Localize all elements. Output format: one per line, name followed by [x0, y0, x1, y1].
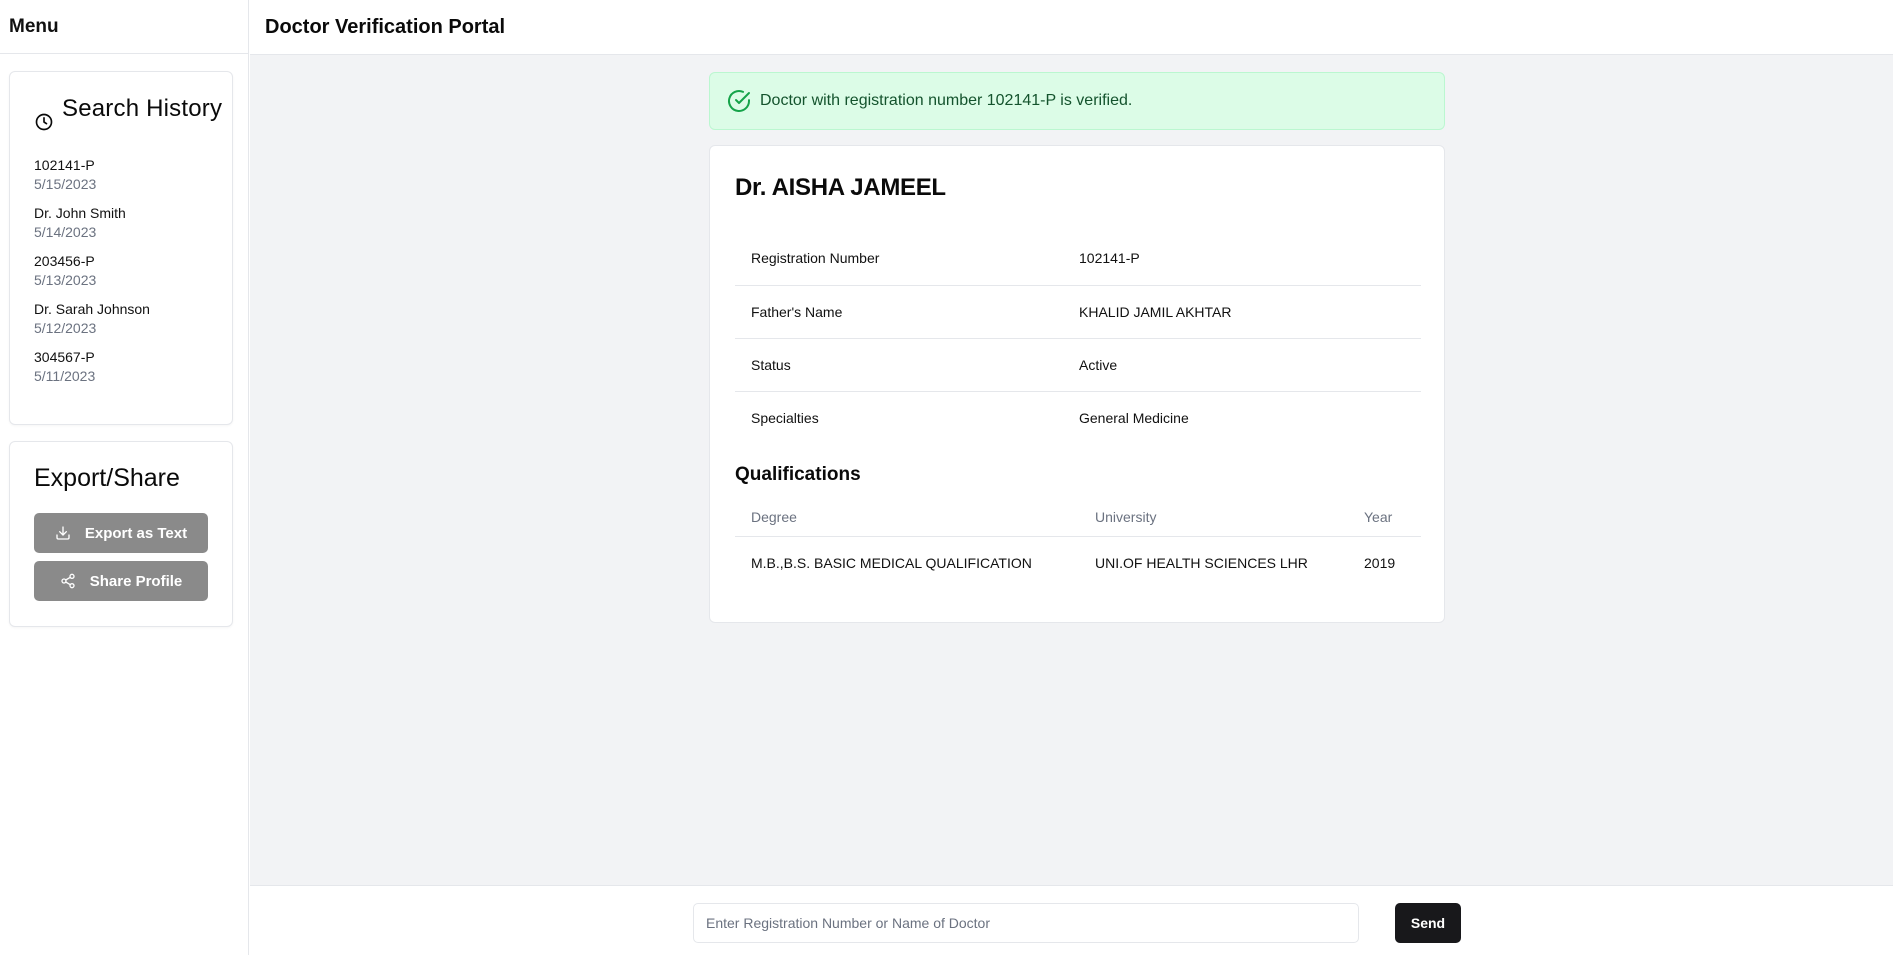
- share-icon: [61, 573, 75, 589]
- export-as-text-label: Export as Text: [84, 524, 188, 542]
- qualification-year: 2019: [1364, 555, 1396, 572]
- detail-row: Status Active: [735, 338, 1421, 391]
- history-item[interactable]: Dr. John Smith 5/14/2023: [34, 204, 232, 252]
- verified-alert: Doctor with registration number 102141-P…: [709, 72, 1445, 130]
- history-item[interactable]: 304567-P 5/11/2023: [34, 348, 232, 396]
- search-history-card: Search History 102141-P 5/15/2023 Dr. Jo…: [9, 71, 233, 425]
- detail-row: Registration Number 102141-P: [735, 232, 1421, 285]
- history-item-date: 5/12/2023: [34, 320, 97, 336]
- year-column-header: Year: [1364, 509, 1393, 526]
- history-item[interactable]: Dr. Sarah Johnson 5/12/2023: [34, 300, 232, 348]
- top-bar: Doctor Verification Portal: [250, 0, 1893, 55]
- clock-icon: [35, 113, 53, 131]
- history-item[interactable]: 203456-P 5/13/2023: [34, 252, 232, 300]
- sidebar-header: Menu: [0, 0, 248, 54]
- share-profile-button[interactable]: Share Profile: [34, 561, 208, 601]
- search-history-list: 102141-P 5/15/2023 Dr. John Smith 5/14/2…: [10, 132, 232, 396]
- detail-value: KHALID JAMIL AKHTAR: [1079, 303, 1232, 320]
- doctor-profile-card: Dr. AISHA JAMEEL Registration Number 102…: [709, 145, 1445, 623]
- doctor-details-table: Registration Number 102141-P Father's Na…: [735, 232, 1421, 444]
- sidebar: Menu Search History 102141-P 5/15/2023 D…: [0, 0, 249, 955]
- search-history-title: Search History: [62, 95, 223, 122]
- bottom-search-bar: Send: [250, 885, 1893, 955]
- send-button[interactable]: Send: [1395, 903, 1461, 943]
- export-share-card: Export/Share Export as Text Share Profil…: [9, 441, 233, 627]
- qualifications-header-row: Degree University Year: [735, 499, 1421, 536]
- check-circle-icon: [728, 90, 750, 112]
- detail-value: 102141-P: [1079, 250, 1140, 267]
- detail-label: Registration Number: [751, 250, 880, 267]
- detail-row: Specialties General Medicine: [735, 391, 1421, 444]
- university-column-header: University: [1095, 509, 1157, 526]
- history-item-query: Dr. Sarah Johnson: [34, 301, 150, 317]
- history-item-date: 5/14/2023: [34, 224, 97, 240]
- history-item-date: 5/15/2023: [34, 176, 97, 192]
- detail-value: Active: [1079, 356, 1118, 373]
- history-item-query: Dr. John Smith: [34, 205, 126, 221]
- download-icon: [56, 526, 70, 540]
- qualification-degree: M.B.,B.S. BASIC MEDICAL QUALIFICATION: [751, 555, 1032, 572]
- search-input[interactable]: [693, 903, 1359, 943]
- menu-label[interactable]: Menu: [9, 16, 59, 38]
- search-history-header: Search History: [10, 72, 232, 132]
- degree-column-header: Degree: [751, 509, 797, 526]
- qualification-university: UNI.OF HEALTH SCIENCES LHR: [1095, 555, 1308, 572]
- history-item-date: 5/13/2023: [34, 272, 97, 288]
- share-profile-label: Share Profile: [89, 572, 183, 590]
- detail-label: Status: [751, 356, 791, 373]
- verified-alert-message: Doctor with registration number 102141-P…: [760, 92, 1133, 109]
- history-item-query: 203456-P: [34, 253, 95, 269]
- detail-value: General Medicine: [1079, 409, 1189, 426]
- page-title: Doctor Verification Portal: [265, 15, 506, 38]
- main-content: Doctor with registration number 102141-P…: [250, 55, 1893, 885]
- history-item[interactable]: 102141-P 5/15/2023: [34, 156, 232, 204]
- detail-label: Specialties: [751, 409, 819, 426]
- qualification-row: M.B.,B.S. BASIC MEDICAL QUALIFICATION UN…: [735, 536, 1421, 590]
- history-item-query: 304567-P: [34, 349, 95, 365]
- history-item-date: 5/11/2023: [34, 368, 96, 384]
- detail-row: Father's Name KHALID JAMIL AKHTAR: [735, 285, 1421, 338]
- export-as-text-button[interactable]: Export as Text: [34, 513, 208, 553]
- detail-label: Father's Name: [751, 303, 843, 320]
- history-item-query: 102141-P: [34, 157, 95, 173]
- qualifications-table: Degree University Year M.B.,B.S. BASIC M…: [735, 499, 1421, 590]
- qualifications-title: Qualifications: [735, 464, 861, 485]
- doctor-name: Dr. AISHA JAMEEL: [735, 174, 946, 201]
- export-share-title: Export/Share: [34, 464, 180, 492]
